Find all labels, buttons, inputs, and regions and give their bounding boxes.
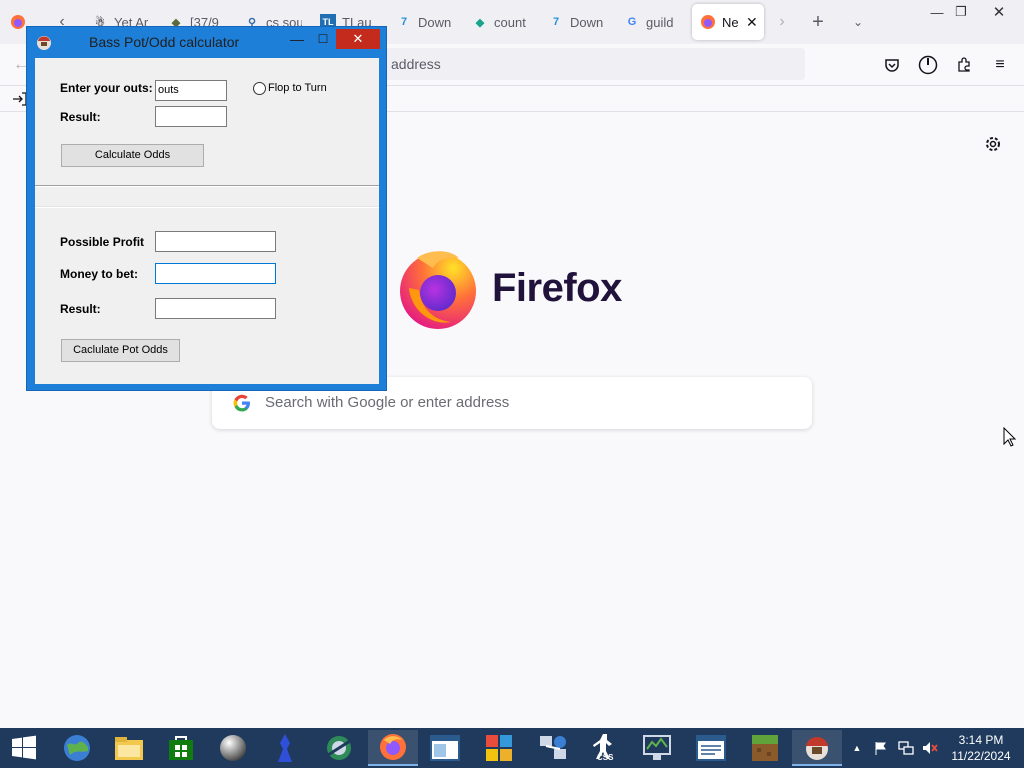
tab-8[interactable]: G guild [624,4,682,40]
calculator-body: Enter your outs: outs Flop to Turn Resul… [35,58,379,384]
odds-result-label: Result: [60,110,101,124]
clock-time: 3:14 PM [958,733,1004,747]
address-bar[interactable]: address [380,48,805,80]
firefox-icon [700,14,716,30]
address-bar-placeholder: address [391,56,441,72]
counter-strike-icon[interactable]: CSS [580,730,630,766]
hamburger-menu-icon[interactable]: ≡ [989,54,1011,76]
firefox-menu-icon[interactable] [10,14,26,30]
file-explorer-icon[interactable] [104,730,154,766]
flag-icon[interactable] [872,728,890,768]
tab-7[interactable]: 7 Down [548,4,608,40]
dialog-minimize-button[interactable]: — [285,29,309,51]
tab-9-active[interactable]: Ne ✕ [692,4,764,40]
calculate-pot-odds-button[interactable]: Caclulate Pot Odds [61,339,180,362]
google-icon: G [627,16,637,28]
tab-5[interactable]: 7 Down [396,4,456,40]
section-divider [35,185,379,187]
start-button[interactable] [0,730,48,766]
search-placeholder: Search with Google or enter address [265,394,510,411]
pocket-icon[interactable] [881,54,903,76]
document-app-icon[interactable] [686,730,736,766]
tab-title: guild [646,14,674,30]
google-icon [232,393,252,413]
show-hidden-icons-icon[interactable]: ▲ [850,728,864,768]
mouse-cursor-icon [1003,426,1017,447]
extensions-icon[interactable] [953,54,975,76]
calculator-window: Bass Pot/Odd calculator — ☐ ✕ Enter your… [26,26,387,391]
flop-to-turn-radio[interactable] [253,82,266,95]
odds-result-field[interactable] [155,106,227,127]
blue-figure-icon[interactable] [260,730,310,766]
pot-result-field[interactable] [155,298,276,319]
money-to-bet-input[interactable] [155,263,276,284]
firefox-logo [397,248,479,330]
tab-scroll-right-button[interactable]: › [770,10,794,34]
store-icon[interactable] [156,730,206,766]
money-to-bet-label: Money to bet: [60,267,138,281]
system-clock[interactable]: 3:14 PM 11/22/2024 [944,732,1018,764]
monitor-app-icon[interactable] [632,730,682,766]
tab-title: Down [570,14,604,30]
helmet-app-icon [35,33,53,51]
download-site-icon: 7 [400,16,408,28]
volume-muted-icon[interactable] [920,728,940,768]
gear-icon[interactable] [982,133,1004,155]
clock-date: 11/22/2024 [951,749,1011,763]
account-icon[interactable] [917,54,939,76]
outs-label: Enter your outs: [60,81,153,95]
tab-title: Ne [722,14,739,30]
minecraft-icon[interactable] [740,730,790,766]
globe-icon[interactable] [52,730,102,766]
window-title: Bass Pot/Odd calculator [89,34,240,50]
tab-title: count [494,14,526,30]
flop-to-turn-label[interactable]: Flop to Turn [268,82,327,94]
tab-title: Down [418,14,452,30]
dialog-close-button[interactable]: ✕ [336,29,380,49]
close-tab-icon[interactable]: ✕ [746,14,758,31]
firefox-taskbar-icon[interactable] [368,730,418,766]
leaf-icon: ◆ [475,16,485,29]
pot-result-label: Result: [60,302,101,316]
close-window-button[interactable]: ✕ [984,0,1014,24]
windows-logo-icon [12,735,36,760]
section-divider [35,206,379,208]
restore-window-button[interactable]: ❐ [946,0,976,24]
possible-profit-label: Possible Profit [60,235,145,249]
window-app-icon[interactable] [420,730,470,766]
windows-taskbar: CSS ▲ 3:14 PM 11/22/2024 [0,728,1024,768]
list-all-tabs-button[interactable]: ⌄ [846,10,870,34]
network-icon[interactable] [528,730,578,766]
firefox-wordmark: Firefox [492,266,622,310]
calculator-title-bar[interactable]: Bass Pot/Odd calculator — ☐ ✕ [27,27,386,57]
network-globe-icon[interactable] [314,730,364,766]
tab-6[interactable]: ◆ count [472,4,530,40]
helmet-taskbar-icon[interactable] [792,730,842,766]
dialog-maximize-button[interactable]: ☐ [311,29,335,51]
calculate-odds-button[interactable]: Calculate Odds [61,144,204,167]
colored-blocks-icon[interactable] [474,730,524,766]
download-site-icon: 7 [552,16,560,28]
possible-profit-input[interactable] [155,231,276,252]
sphere-icon[interactable] [208,730,258,766]
css-label: CSS [597,753,614,762]
outs-input[interactable]: outs [155,80,227,101]
network-status-icon[interactable] [896,728,916,768]
new-tab-button[interactable]: + [806,10,830,34]
